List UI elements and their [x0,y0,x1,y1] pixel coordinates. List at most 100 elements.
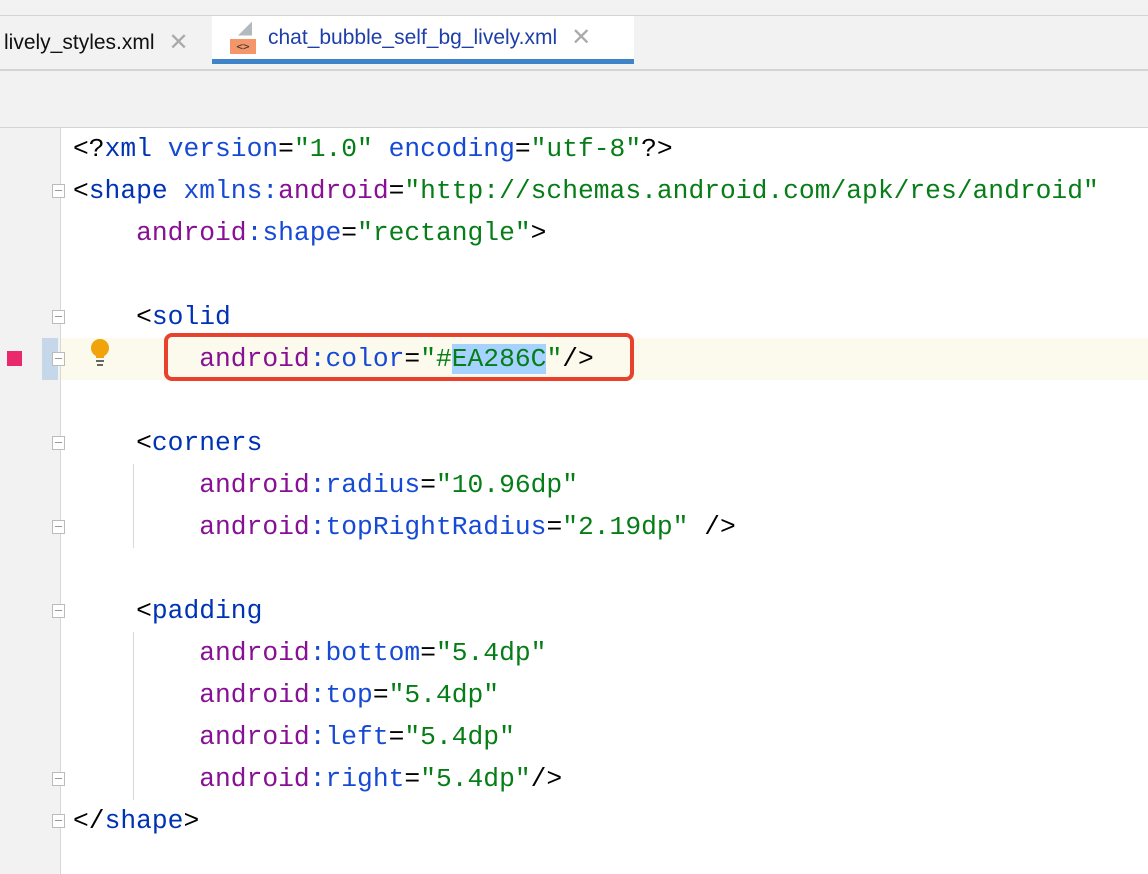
code-line[interactable]: <padding [61,590,1148,632]
code-token: shape [104,806,184,836]
code-line[interactable] [61,380,1148,422]
code-token: = [388,176,405,206]
code-token: "rectangle" [357,218,531,248]
code-token: ?> [641,134,673,164]
code-line[interactable]: android:left="5.4dp" [61,716,1148,758]
code-line[interactable]: <solid [61,296,1148,338]
code-line[interactable]: android:top="5.4dp" [61,674,1148,716]
code-line[interactable]: android:right="5.4dp"/> [61,758,1148,800]
code-token: android [199,470,310,500]
code-token: android [199,680,310,710]
code-token: "2.19dp" [562,512,689,542]
code-line[interactable]: </shape> [61,800,1148,842]
code-token: "http://schemas.android.com/apk/res/andr… [404,176,1099,206]
code-token: xmlns: [183,176,279,206]
code-token: = [388,722,405,752]
code-token: :topRightRadius [309,512,547,542]
window-top-strip [0,0,1148,16]
code-token: :radius [309,470,421,500]
code-token: shape [88,176,184,206]
code-line[interactable]: android:radius="10.96dp" [61,464,1148,506]
xml-file-icon: <> [230,21,256,54]
code-token: android [136,218,247,248]
code-token: "10.96dp" [435,470,578,500]
tab-lively-styles[interactable]: lively_styles.xml ✕ [4,16,189,69]
code-token: = [546,512,563,542]
code-line[interactable]: <corners [61,422,1148,464]
fold-marker-icon[interactable] [52,520,65,534]
fold-marker-icon[interactable] [52,352,65,366]
code-line[interactable]: <?xml version="1.0" encoding="utf-8"?> [61,128,1148,170]
code-line[interactable]: <shape xmlns:android="http://schemas.and… [61,170,1148,212]
code-token: < [73,176,89,206]
code-token: < [73,302,152,332]
code-editor[interactable]: <?xml version="1.0" encoding="utf-8"?> <s… [61,128,1148,874]
fold-marker-icon[interactable] [52,772,65,786]
code-token: </ [73,806,105,836]
editor-toolbar [0,71,1148,128]
fold-marker-icon[interactable] [52,604,65,618]
close-icon[interactable]: ✕ [169,28,189,57]
code-token: encoding [388,134,515,164]
code-token: = [278,134,294,164]
code-token: = [341,218,358,248]
tab-label: chat_bubble_self_bg_lively.xml [268,25,558,49]
code-token: solid [151,302,231,332]
code-token: "1.0" [293,134,373,164]
fold-marker-icon[interactable] [52,184,65,198]
editor-tab-bar: lively_styles.xml ✕ <> chat_bubble_self_… [0,16,1148,71]
code-token: "5.4dp" [435,638,547,668]
fold-marker-icon[interactable] [52,310,65,324]
tab-chat-bubble-self-bg-lively[interactable]: <> chat_bubble_self_bg_lively.xml ✕ [212,16,634,64]
code-token: padding [151,596,263,626]
close-icon[interactable]: ✕ [571,23,591,52]
code-token: < [73,596,152,626]
code-token: :left [309,722,389,752]
code-token: < [73,428,152,458]
indent-guide [133,464,134,548]
code-token: version [167,134,279,164]
code-line[interactable]: android:shape="rectangle"> [61,212,1148,254]
code-token: android [199,722,310,752]
code-token: "5.4dp" [388,680,500,710]
code-token: :shape [246,218,342,248]
code-line[interactable] [61,548,1148,590]
code-token: = [420,638,436,668]
code-token: /> [688,512,736,542]
code-token: /> [530,764,563,794]
code-token: > [183,806,200,836]
code-token: corners [151,428,263,458]
code-token: :bottom [309,638,421,668]
code-line[interactable]: android:topRightRadius="2.19dp" /> [61,506,1148,548]
fold-marker-icon[interactable] [52,814,65,828]
color-swatch-icon[interactable] [7,351,22,366]
code-token: = [404,764,421,794]
code-token: "5.4dp" [404,722,515,752]
code-token: > [530,218,547,248]
code-token: <? [73,134,105,164]
indent-guide [133,632,134,800]
code-line[interactable] [61,254,1148,296]
tab-label: lively_styles.xml [4,30,155,54]
code-token: "utf-8" [530,134,642,164]
code-token: :top [309,680,373,710]
fold-marker-icon[interactable] [52,436,65,450]
code-token: "5.4dp" [420,764,531,794]
code-token: android [199,638,310,668]
highlight-annotation-box [164,333,634,381]
lightbulb-intention-icon[interactable] [90,339,110,367]
code-token: android [199,764,310,794]
code-token: android [199,512,310,542]
code-token: xml [104,134,168,164]
editor-gutter [0,128,61,874]
code-line[interactable]: android:bottom="5.4dp" [61,632,1148,674]
code-token: = [420,470,436,500]
